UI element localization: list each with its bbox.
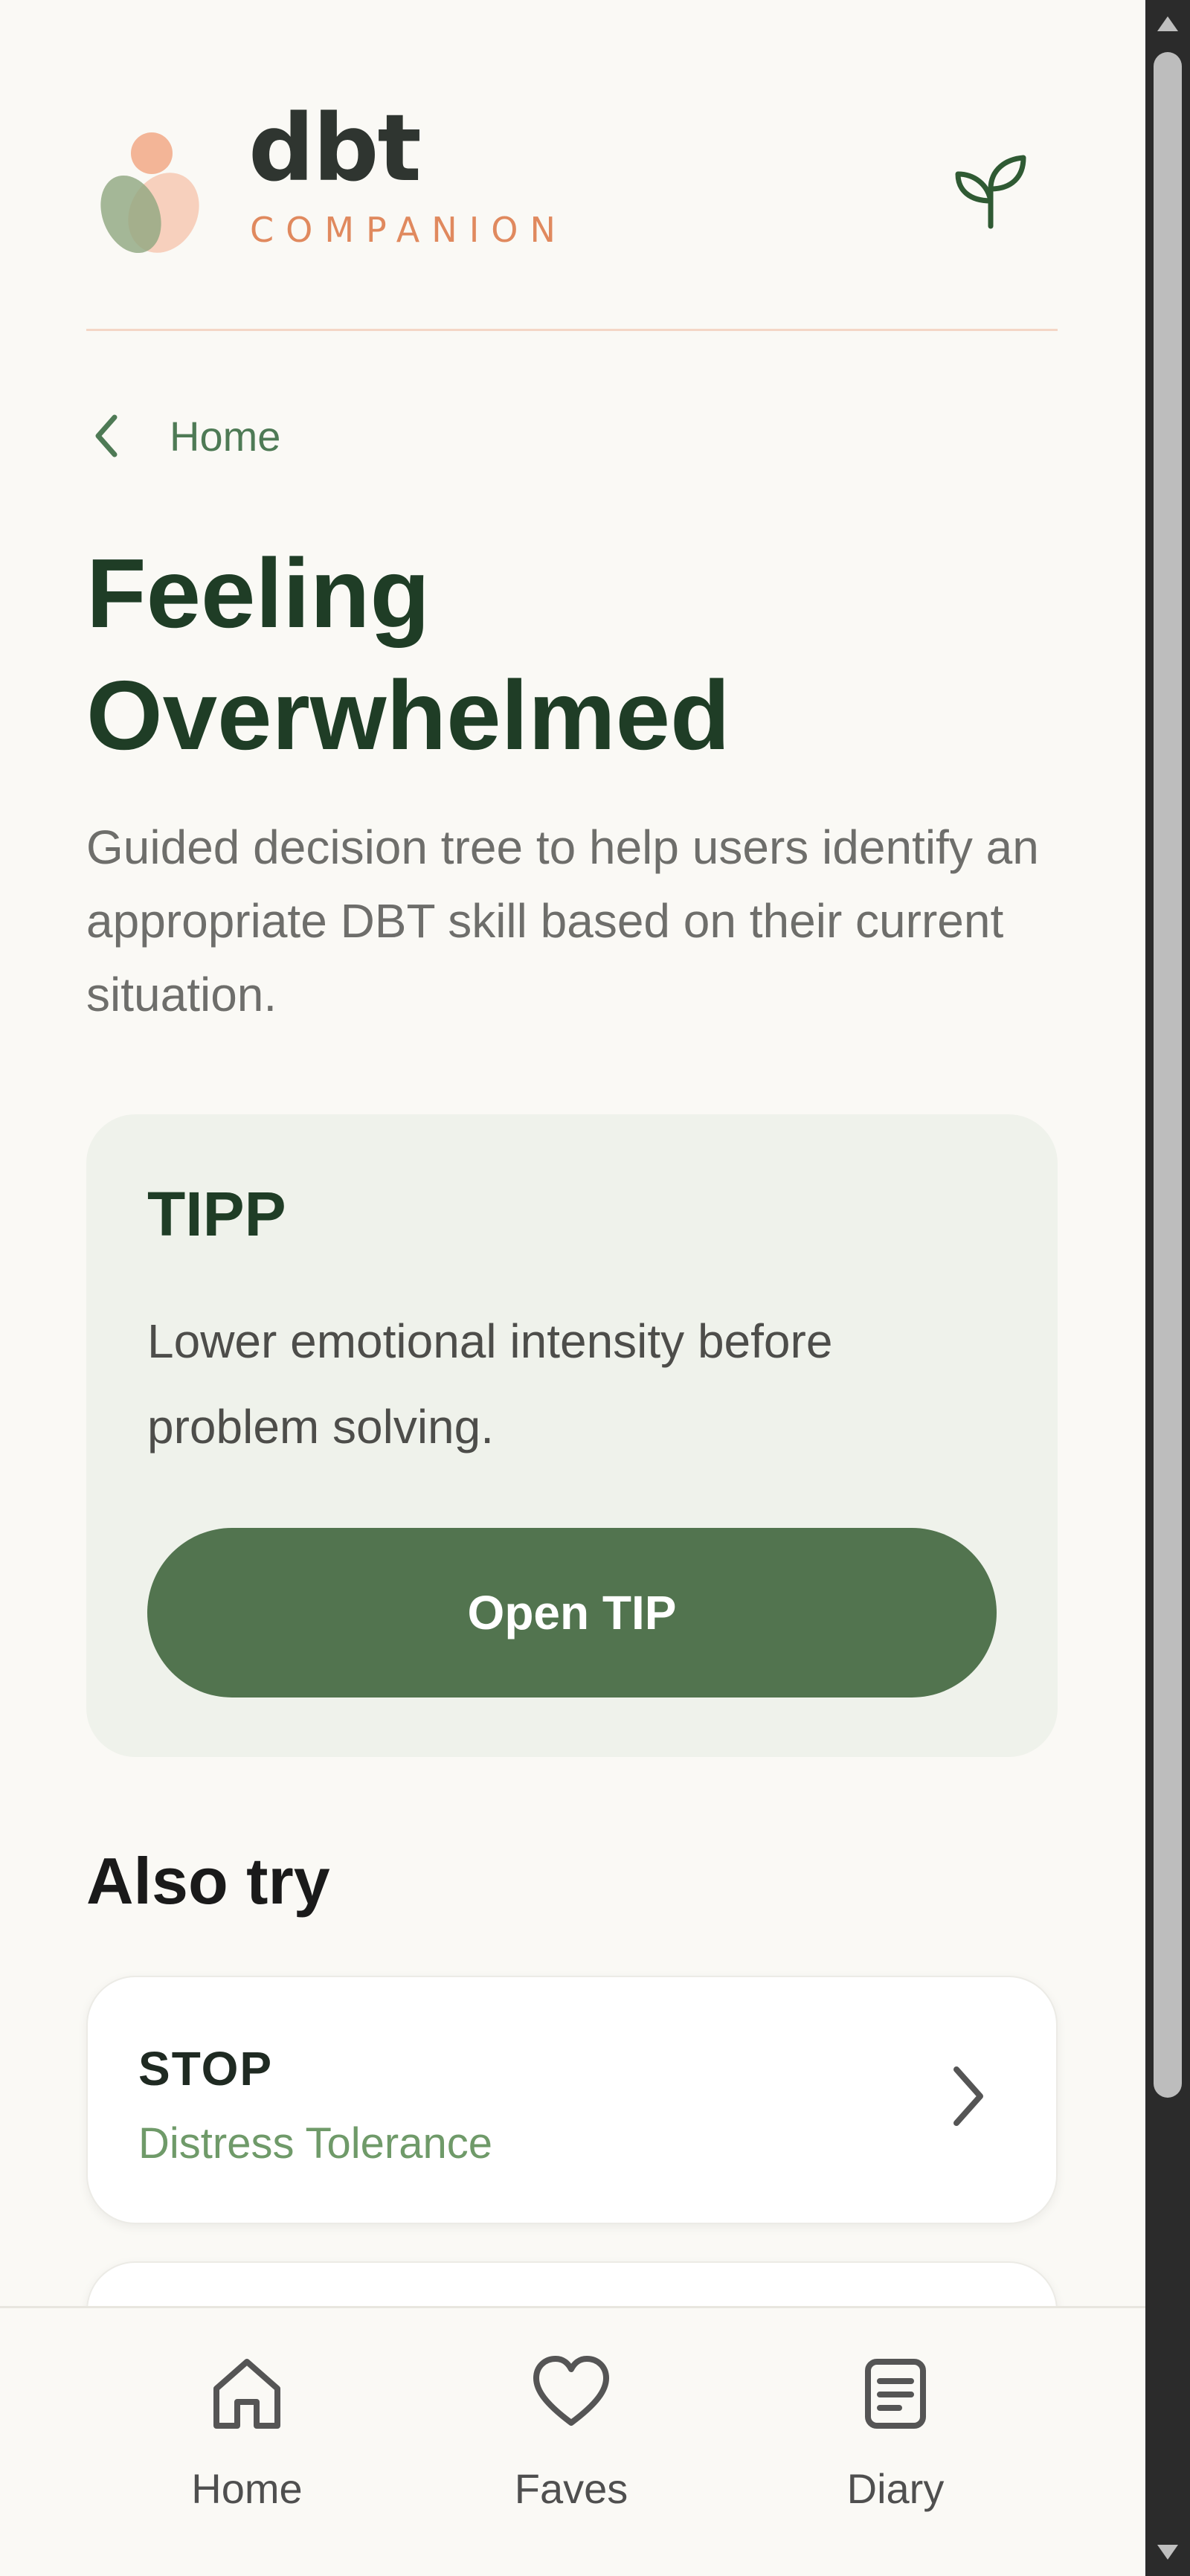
chevron-right-icon [953,2066,983,2126]
nav-diary-label: Diary [846,2465,945,2512]
logo-icon [100,132,199,254]
nav-home-label: Home [191,2465,303,2512]
skill-item-category: Distress Tolerance [138,2119,493,2168]
also-try-heading: Also try [86,1844,330,1918]
skill-summary: Lower emotional intensity before problem… [147,1314,833,1454]
brand-name: dbt [248,95,422,202]
bottom-nav: Home Faves Diary [0,2306,1145,2576]
heart-icon [533,2356,609,2426]
page-description: Guided decision tree to help users ident… [86,820,1039,1021]
nav-diary[interactable]: Diary [784,2353,1007,2531]
primary-skill-card: TIPP Lower emotional intensity before pr… [86,1114,1058,1757]
page-title: Feeling Overwhelmed [86,539,730,770]
skill-list-item[interactable]: STOP Distress Tolerance [86,1976,1058,2224]
brand-subtitle: COMPANION [250,210,567,250]
vertical-scrollbar[interactable] [1145,0,1190,2576]
open-skill-button[interactable]: Open TIP [147,1528,997,1697]
header-divider [86,329,1058,331]
nav-faves[interactable]: Faves [460,2353,683,2531]
scrollbar-thumb[interactable] [1154,52,1182,2098]
scroll-down-arrow-icon[interactable] [1157,2545,1178,2560]
app-screen: dbt COMPANION Home Feeling Overwhelmed G… [0,0,1145,2576]
sprout-icon[interactable] [952,155,1029,229]
skill-item-name: STOP [138,2042,274,2095]
scroll-up-arrow-icon[interactable] [1157,16,1178,31]
back-link[interactable]: Home [86,406,309,466]
skill-title: TIPP [147,1179,286,1249]
chevron-left-icon [95,414,118,457]
home-icon [213,2359,280,2429]
nav-home[interactable]: Home [135,2353,358,2531]
nav-faves-label: Faves [514,2465,628,2512]
back-link-label: Home [170,412,281,460]
diary-icon [865,2359,926,2429]
